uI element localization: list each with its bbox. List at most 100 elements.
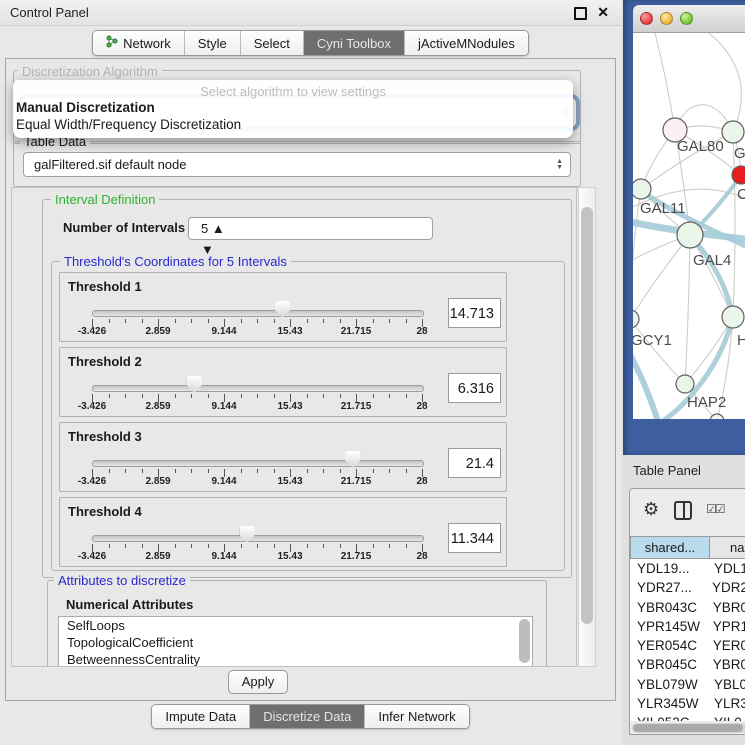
slider-tick xyxy=(125,319,126,323)
network-window-frame: GAL80GACGAL11GAL4GCY1HHAP2 xyxy=(623,0,745,455)
threshold-slider-track[interactable] xyxy=(92,460,424,467)
column-header-name[interactable]: na xyxy=(710,536,745,559)
network-node-hap2[interactable] xyxy=(676,375,694,393)
tab-cyni-toolbox[interactable]: Cyni Toolbox xyxy=(303,31,404,55)
slider-tick xyxy=(257,469,258,473)
panel-title: Control Panel xyxy=(10,5,89,20)
network-node-ga[interactable] xyxy=(722,121,744,143)
tab-select[interactable]: Select xyxy=(240,31,303,55)
slider-tick-label: 9.144 xyxy=(202,476,246,487)
table-horizontal-scrollbar[interactable] xyxy=(632,723,745,733)
slider-tick xyxy=(373,544,374,548)
table-row[interactable]: YBL079WYBL0 xyxy=(630,675,745,694)
network-icon xyxy=(106,35,118,51)
slider-tick xyxy=(323,394,324,398)
slider-tick-label: 9.144 xyxy=(202,401,246,412)
slider-tick xyxy=(389,394,390,398)
gear-icon[interactable]: ⚙ xyxy=(643,499,659,520)
dropdown-item-equal-width-frequency[interactable]: Equal Width/Frequency Discretization xyxy=(16,117,241,132)
slider-tick xyxy=(175,544,176,548)
slider-tick xyxy=(340,319,341,323)
table-row[interactable]: YDL19...YDL1 xyxy=(630,559,745,578)
number-of-intervals-spinner[interactable]: 5 ▲▼ xyxy=(188,217,433,240)
network-node-label: GAL11 xyxy=(640,200,686,217)
close-traffic-light[interactable] xyxy=(640,12,653,25)
threshold-slider-track[interactable] xyxy=(92,385,424,392)
table-row[interactable]: YIL052CYIL0 xyxy=(630,713,745,721)
threshold-value-field[interactable]: 11.344 xyxy=(448,523,501,553)
network-edge xyxy=(690,235,733,317)
split-pane-icon[interactable] xyxy=(674,501,692,520)
table-row[interactable]: YPR145WYPR1 xyxy=(630,617,745,636)
cell-name: YDL1 xyxy=(714,559,745,578)
slider-tick xyxy=(373,469,374,473)
slider-tick xyxy=(389,469,390,473)
network-node-gcy1[interactable] xyxy=(633,310,639,328)
slider-tick xyxy=(175,394,176,398)
table-data-combobox[interactable]: galFiltered.sif default node ▲▼ xyxy=(23,152,571,177)
select-columns-icon[interactable]: ☑☑ xyxy=(706,502,724,516)
bottom-tab-infer-network[interactable]: Infer Network xyxy=(364,705,468,728)
settings-vertical-scrollbar[interactable] xyxy=(578,187,596,667)
network-node-label: H xyxy=(737,332,745,349)
attribute-list-item[interactable]: BetweennessCentrality xyxy=(59,651,532,667)
network-node-gal11[interactable] xyxy=(633,179,651,199)
zoom-traffic-light[interactable] xyxy=(680,12,693,25)
column-header-shared-name[interactable]: shared... xyxy=(630,536,710,559)
slider-tick xyxy=(241,394,242,398)
numerical-attributes-list[interactable]: SelfLoopsTopologicalCoefficientBetweenne… xyxy=(58,616,533,667)
network-node-h[interactable] xyxy=(722,306,744,328)
attribute-list-item[interactable]: SelfLoops xyxy=(59,617,532,634)
cell-name: YBL0 xyxy=(714,675,745,694)
slider-tick xyxy=(109,319,110,323)
slider-tick xyxy=(406,469,407,473)
table-row[interactable]: YBR043CYBR0 xyxy=(630,598,745,617)
slider-tick-label: 15.43 xyxy=(268,551,312,562)
slider-tick-label: 28 xyxy=(400,551,444,562)
threshold-value-field[interactable]: 14.713 xyxy=(448,298,501,328)
network-node-gal4[interactable] xyxy=(677,222,703,248)
threshold-label: Threshold 2 xyxy=(68,354,142,369)
tab-style[interactable]: Style xyxy=(184,31,240,55)
threshold-value-field[interactable]: 21.4 xyxy=(448,448,501,478)
slider-tick xyxy=(191,394,192,398)
network-window-titlebar[interactable] xyxy=(633,5,745,33)
attribute-list-item[interactable]: TopologicalCoefficient xyxy=(59,634,532,651)
minimize-traffic-light[interactable] xyxy=(660,12,673,25)
slider-tick xyxy=(191,544,192,548)
network-node-c[interactable] xyxy=(732,166,745,184)
slider-tick xyxy=(307,319,308,323)
float-window-icon[interactable] xyxy=(574,7,587,20)
attributes-group-title: Attributes to discretize xyxy=(54,573,190,588)
bottom-tab-discretize-data[interactable]: Discretize Data xyxy=(249,705,364,728)
table-row[interactable]: YLR345WYLR3 xyxy=(630,694,745,713)
control-panel-titlebar: Control Panel ✕ xyxy=(0,0,621,26)
apply-button[interactable]: Apply xyxy=(228,670,288,694)
slider-tick-label: 21.715 xyxy=(334,551,378,562)
bottom-tab-impute-data[interactable]: Impute Data xyxy=(152,705,249,728)
tab-jactivemnodules[interactable]: jActiveMNodules xyxy=(404,31,528,55)
dropdown-item-manual-discretization[interactable]: Manual Discretization xyxy=(16,100,155,115)
slider-tick-label: -3.426 xyxy=(70,401,114,412)
slider-tick xyxy=(257,544,258,548)
table-hscrollbar-thumb[interactable] xyxy=(633,724,743,732)
interval-definition-title: Interval Definition xyxy=(51,192,159,207)
settings-scrollbar-thumb[interactable] xyxy=(581,207,593,624)
settings-viewport: Interval Definition Number of Intervals … xyxy=(11,187,577,667)
tab-network[interactable]: Network xyxy=(93,31,184,55)
network-view-canvas[interactable]: GAL80GACGAL11GAL4GCY1HHAP2 xyxy=(633,33,745,419)
close-icon[interactable]: ✕ xyxy=(597,4,609,21)
slider-tick xyxy=(389,319,390,323)
slider-tick-label: -3.426 xyxy=(70,551,114,562)
list-scrollbar-thumb[interactable] xyxy=(519,619,530,663)
threshold-slider-track[interactable] xyxy=(92,535,424,542)
table-row[interactable]: YER054CYER0 xyxy=(630,636,745,655)
table-row[interactable]: YDR27...YDR2 xyxy=(630,578,745,597)
network-edge xyxy=(633,235,690,319)
slider-tick xyxy=(323,469,324,473)
threshold-value-field[interactable]: 6.316 xyxy=(448,373,501,403)
cell-name: YPR1 xyxy=(713,617,745,636)
threshold-slider-track[interactable] xyxy=(92,310,424,317)
table-panel-title: Table Panel xyxy=(633,463,701,478)
table-row[interactable]: YBR045CYBR0 xyxy=(630,655,745,674)
